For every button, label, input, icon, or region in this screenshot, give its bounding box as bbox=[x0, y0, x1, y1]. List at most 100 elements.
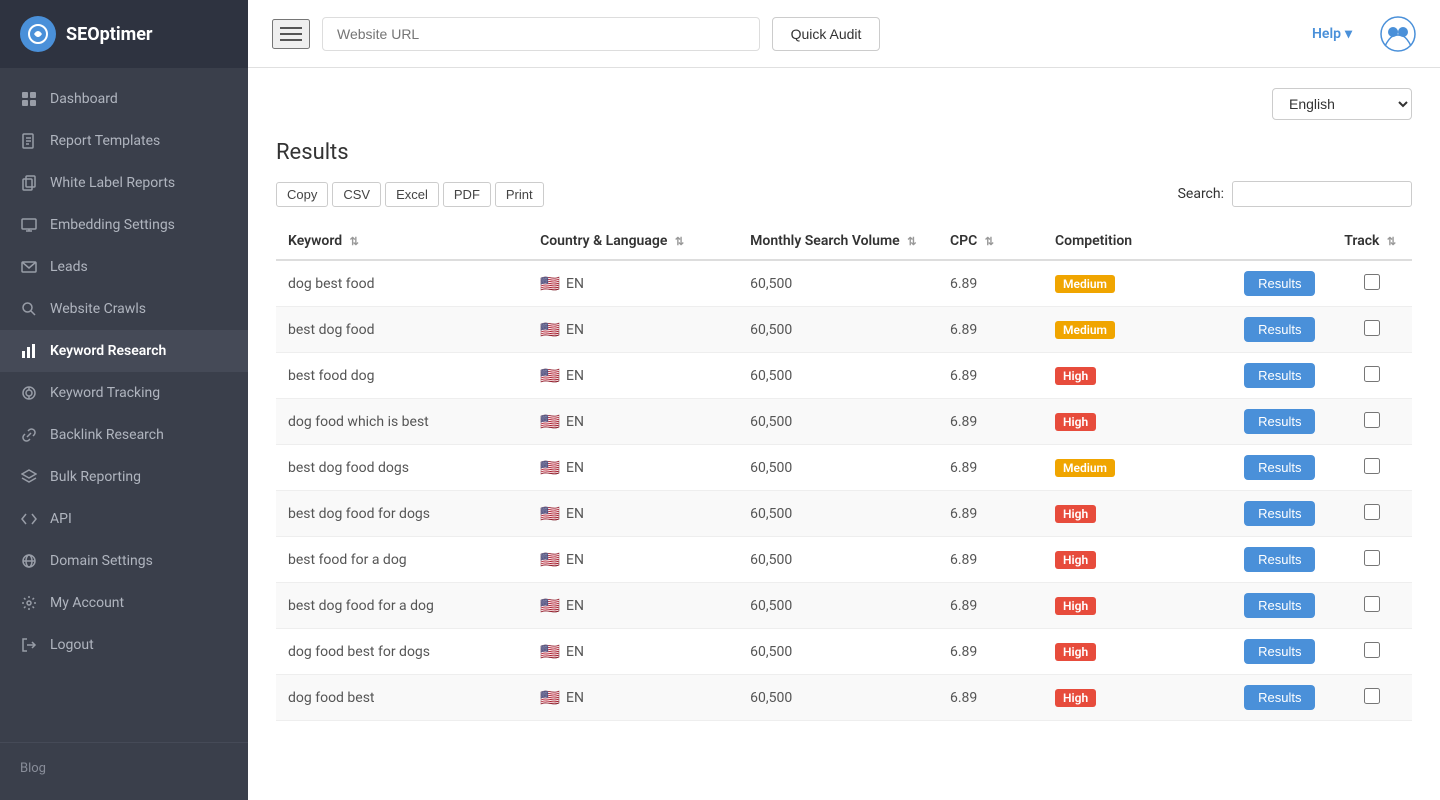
grid-icon bbox=[20, 90, 38, 108]
cell-country: 🇺🇸 EN bbox=[528, 353, 738, 399]
cell-volume: 60,500 bbox=[738, 445, 938, 491]
hamburger-button[interactable] bbox=[272, 19, 310, 49]
track-checkbox[interactable] bbox=[1364, 688, 1380, 704]
results-button[interactable]: Results bbox=[1244, 317, 1315, 342]
sidebar-item-leads[interactable]: Leads bbox=[0, 246, 248, 288]
results-button[interactable]: Results bbox=[1244, 409, 1315, 434]
cell-country: 🇺🇸 EN bbox=[528, 675, 738, 721]
quick-audit-button[interactable]: Quick Audit bbox=[772, 17, 881, 51]
results-button[interactable]: Results bbox=[1244, 547, 1315, 572]
lang-code: EN bbox=[566, 322, 584, 338]
results-button[interactable]: Results bbox=[1244, 639, 1315, 664]
cell-competition: High bbox=[1043, 675, 1232, 721]
sidebar-item-my-account[interactable]: My Account bbox=[0, 582, 248, 624]
print-button[interactable]: Print bbox=[495, 182, 544, 207]
logo-icon bbox=[20, 16, 56, 52]
results-button[interactable]: Results bbox=[1244, 501, 1315, 526]
competition-badge: High bbox=[1055, 689, 1096, 707]
track-checkbox[interactable] bbox=[1364, 274, 1380, 290]
pdf-button[interactable]: PDF bbox=[443, 182, 491, 207]
competition-badge: High bbox=[1055, 413, 1096, 431]
results-button[interactable]: Results bbox=[1244, 363, 1315, 388]
th-country: Country & Language ⇅ bbox=[528, 223, 738, 260]
track-checkbox[interactable] bbox=[1364, 550, 1380, 566]
sidebar-label-website-crawls: Website Crawls bbox=[50, 301, 146, 317]
copy-button[interactable]: Copy bbox=[276, 182, 328, 207]
results-button[interactable]: Results bbox=[1244, 455, 1315, 480]
cell-track bbox=[1332, 399, 1412, 445]
cell-results-btn: Results bbox=[1232, 537, 1332, 583]
track-checkbox[interactable] bbox=[1364, 320, 1380, 336]
excel-button[interactable]: Excel bbox=[385, 182, 439, 207]
results-button[interactable]: Results bbox=[1244, 685, 1315, 710]
sidebar-item-dashboard[interactable]: Dashboard bbox=[0, 78, 248, 120]
sidebar-item-white-label-reports[interactable]: White Label Reports bbox=[0, 162, 248, 204]
search-input[interactable] bbox=[1232, 181, 1412, 207]
sidebar-item-embedding-settings[interactable]: Embedding Settings bbox=[0, 204, 248, 246]
sidebar-item-keyword-tracking[interactable]: Keyword Tracking bbox=[0, 372, 248, 414]
table-row: best dog food for dogs 🇺🇸 EN 60,500 6.89… bbox=[276, 491, 1412, 537]
search-label: Search: bbox=[1178, 186, 1224, 202]
mail-icon bbox=[20, 258, 38, 276]
lang-code: EN bbox=[566, 276, 584, 292]
keyword-sort-icon[interactable]: ⇅ bbox=[350, 235, 359, 248]
track-checkbox[interactable] bbox=[1364, 412, 1380, 428]
th-volume: Monthly Search Volume ⇅ bbox=[738, 223, 938, 260]
track-checkbox[interactable] bbox=[1364, 458, 1380, 474]
results-button[interactable]: Results bbox=[1244, 593, 1315, 618]
cell-competition: High bbox=[1043, 353, 1232, 399]
cell-cpc: 6.89 bbox=[938, 260, 1043, 307]
track-checkbox[interactable] bbox=[1364, 642, 1380, 658]
volume-sort-icon[interactable]: ⇅ bbox=[907, 235, 916, 248]
cell-track bbox=[1332, 260, 1412, 307]
competition-badge: High bbox=[1055, 643, 1096, 661]
sidebar-item-api[interactable]: API bbox=[0, 498, 248, 540]
sidebar-item-logout[interactable]: Logout bbox=[0, 624, 248, 666]
main-content: Quick Audit Help ▾ English Spanish Frenc… bbox=[248, 0, 1440, 800]
sidebar-label-my-account: My Account bbox=[50, 595, 124, 611]
lang-code: EN bbox=[566, 368, 584, 384]
url-input[interactable] bbox=[322, 17, 760, 51]
language-select[interactable]: English Spanish French German Portuguese bbox=[1272, 88, 1412, 120]
sidebar-item-report-templates[interactable]: Report Templates bbox=[0, 120, 248, 162]
sidebar-label-white-label-reports: White Label Reports bbox=[50, 175, 175, 191]
user-avatar-icon[interactable] bbox=[1380, 16, 1416, 52]
cell-results-btn: Results bbox=[1232, 675, 1332, 721]
sidebar-label-domain-settings: Domain Settings bbox=[50, 553, 153, 569]
sidebar-label-dashboard: Dashboard bbox=[50, 91, 118, 107]
sidebar-bottom: Blog bbox=[0, 742, 248, 800]
country-sort-icon[interactable]: ⇅ bbox=[675, 235, 684, 248]
results-button[interactable]: Results bbox=[1244, 271, 1315, 296]
sidebar-item-domain-settings[interactable]: Domain Settings bbox=[0, 540, 248, 582]
lang-code: EN bbox=[566, 644, 584, 660]
track-sort-icon[interactable]: ⇅ bbox=[1387, 235, 1396, 248]
cell-track bbox=[1332, 629, 1412, 675]
track-checkbox[interactable] bbox=[1364, 504, 1380, 520]
results-title: Results bbox=[276, 140, 1412, 165]
cell-cpc: 6.89 bbox=[938, 583, 1043, 629]
chevron-down-icon: ▾ bbox=[1345, 26, 1352, 42]
competition-badge: Medium bbox=[1055, 275, 1115, 293]
track-checkbox[interactable] bbox=[1364, 596, 1380, 612]
cpc-sort-icon[interactable]: ⇅ bbox=[985, 235, 994, 248]
sidebar-item-blog[interactable]: Blog bbox=[0, 753, 248, 784]
cell-results-btn: Results bbox=[1232, 445, 1332, 491]
language-row: English Spanish French German Portuguese bbox=[276, 88, 1412, 120]
code-icon bbox=[20, 510, 38, 528]
sidebar-label-embedding-settings: Embedding Settings bbox=[50, 217, 175, 233]
sidebar-item-keyword-research[interactable]: Keyword Research bbox=[0, 330, 248, 372]
cell-cpc: 6.89 bbox=[938, 675, 1043, 721]
th-track: Track ⇅ bbox=[1332, 223, 1412, 260]
sidebar-item-backlink-research[interactable]: Backlink Research bbox=[0, 414, 248, 456]
track-checkbox[interactable] bbox=[1364, 366, 1380, 382]
sidebar-item-bulk-reporting[interactable]: Bulk Reporting bbox=[0, 456, 248, 498]
help-button[interactable]: Help ▾ bbox=[1312, 26, 1352, 42]
cell-keyword: dog food best bbox=[276, 675, 528, 721]
table-row: dog food best for dogs 🇺🇸 EN 60,500 6.89… bbox=[276, 629, 1412, 675]
csv-button[interactable]: CSV bbox=[332, 182, 381, 207]
sidebar-item-website-crawls[interactable]: Website Crawls bbox=[0, 288, 248, 330]
cell-country: 🇺🇸 EN bbox=[528, 399, 738, 445]
cell-keyword: best dog food for dogs bbox=[276, 491, 528, 537]
cell-results-btn: Results bbox=[1232, 583, 1332, 629]
copy-icon bbox=[20, 174, 38, 192]
